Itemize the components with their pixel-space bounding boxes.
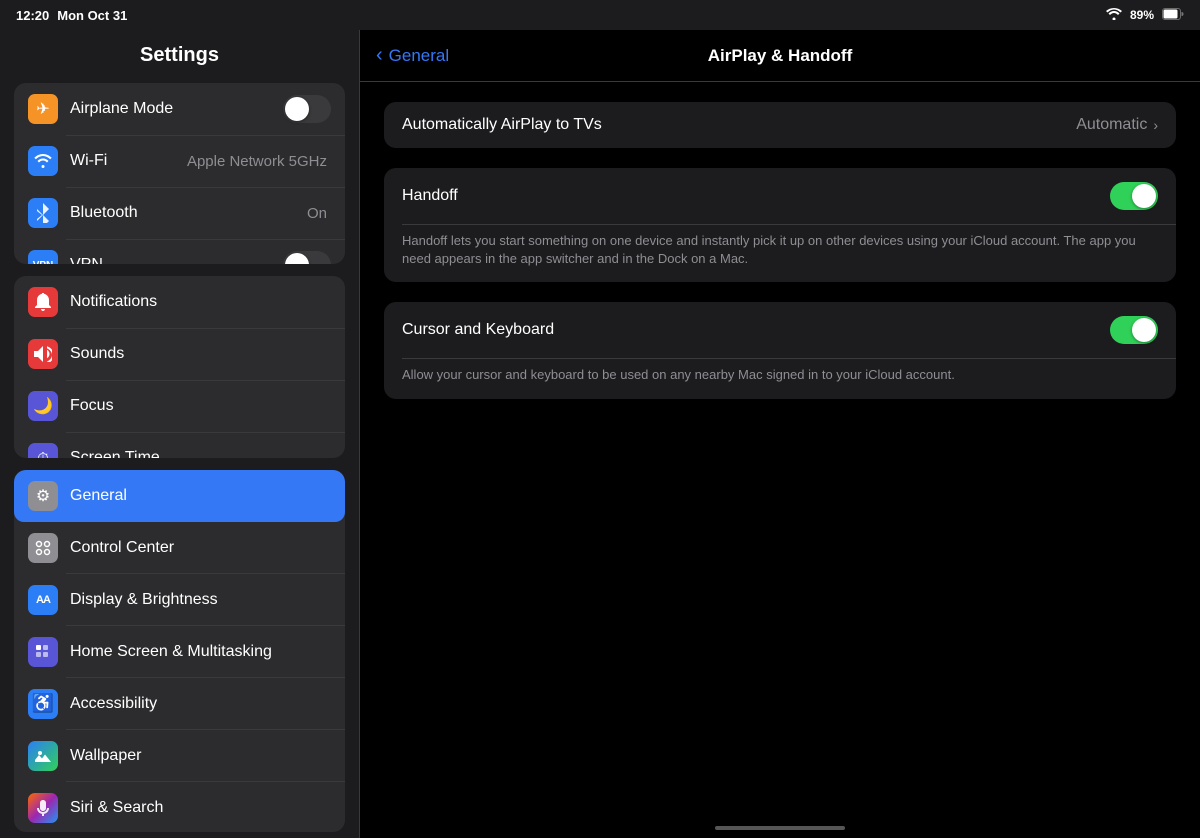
sidebar-group-alerts: Notifications Sounds 🌙 Focus ⏱ Screen Ti… (14, 276, 345, 457)
content-title: AirPlay & Handoff (708, 46, 853, 66)
sidebar-item-siri-search[interactable]: Siri & Search (14, 782, 345, 833)
content-area: ‹ General AirPlay & Handoff Automaticall… (360, 30, 1200, 838)
wifi-value: Apple Network 5GHz (187, 153, 327, 170)
back-label: General (389, 46, 449, 66)
bluetooth-label: Bluetooth (70, 204, 307, 222)
sidebar-group-system: ⚙ General Control Center AA Displa (14, 470, 345, 833)
cursor-keyboard-toggle[interactable] (1110, 316, 1158, 344)
wifi-label: Wi-Fi (70, 152, 187, 170)
sidebar-item-bluetooth[interactable]: Bluetooth On (14, 187, 345, 239)
airplane-mode-label: Airplane Mode (70, 100, 283, 118)
cursor-keyboard-description: Allow your cursor and keyboard to be use… (384, 358, 1176, 398)
sounds-icon (28, 339, 58, 369)
auto-airplay-chevron-icon: › (1153, 117, 1158, 133)
vpn-label: VPN (70, 256, 283, 264)
content-header: ‹ General AirPlay & Handoff (360, 30, 1200, 82)
settings-row-handoff: Handoff (384, 168, 1176, 224)
control-center-icon (28, 533, 58, 563)
main-layout: Settings ✈ Airplane Mode Wi-Fi Apple Net (0, 30, 1200, 838)
scroll-bar (715, 826, 845, 830)
settings-group-cursor-keyboard: Cursor and Keyboard Allow your cursor an… (384, 302, 1176, 398)
focus-label: Focus (70, 397, 331, 415)
general-label: General (70, 487, 331, 505)
display-brightness-label: Display & Brightness (70, 591, 331, 609)
sidebar-item-wifi[interactable]: Wi-Fi Apple Network 5GHz (14, 135, 345, 187)
content-body: Automatically AirPlay to TVs Automatic ›… (360, 82, 1200, 818)
back-chevron-icon: ‹ (376, 44, 383, 67)
sidebar-item-general[interactable]: ⚙ General (14, 470, 345, 522)
screen-time-label: Screen Time (70, 449, 331, 457)
wallpaper-label: Wallpaper (70, 747, 331, 765)
sidebar-item-notifications[interactable]: Notifications (14, 276, 345, 328)
settings-card-handoff: Handoff Handoff lets you start something… (384, 168, 1176, 282)
siri-search-icon (28, 793, 58, 823)
display-brightness-icon: AA (28, 585, 58, 615)
handoff-description: Handoff lets you start something on one … (384, 224, 1176, 282)
airplane-mode-toggle[interactable] (283, 95, 331, 123)
settings-card-cursor-keyboard: Cursor and Keyboard Allow your cursor an… (384, 302, 1176, 398)
settings-card-airplay: Automatically AirPlay to TVs Automatic › (384, 102, 1176, 148)
status-bar-left: 12:20 Mon Oct 31 (16, 8, 127, 23)
sidebar-group-connectivity: ✈ Airplane Mode Wi-Fi Apple Network 5GHz (14, 83, 345, 264)
cursor-keyboard-label: Cursor and Keyboard (402, 321, 1110, 339)
scroll-indicator (360, 818, 1200, 838)
control-center-label: Control Center (70, 539, 331, 557)
home-screen-label: Home Screen & Multitasking (70, 643, 331, 661)
wallpaper-icon (28, 741, 58, 771)
notifications-label: Notifications (70, 293, 331, 311)
sidebar-item-airplane-mode[interactable]: ✈ Airplane Mode (14, 83, 345, 135)
sidebar-title: Settings (0, 30, 359, 77)
bluetooth-icon (28, 198, 58, 228)
notifications-icon (28, 287, 58, 317)
status-bar: 12:20 Mon Oct 31 89% (0, 0, 1200, 30)
sidebar-item-control-center[interactable]: Control Center (14, 522, 345, 574)
sidebar-item-wallpaper[interactable]: Wallpaper (14, 730, 345, 782)
back-button[interactable]: ‹ General (376, 44, 449, 67)
focus-icon: 🌙 (28, 391, 58, 421)
battery-percentage: 89% (1130, 8, 1154, 22)
status-time: 12:20 (16, 8, 49, 23)
status-date: Mon Oct 31 (57, 8, 127, 23)
sidebar-item-vpn[interactable]: VPN VPN (14, 239, 345, 264)
bluetooth-value: On (307, 205, 327, 222)
sidebar-item-sounds[interactable]: Sounds (14, 328, 345, 380)
sidebar: Settings ✈ Airplane Mode Wi-Fi Apple Net (0, 30, 360, 838)
accessibility-label: Accessibility (70, 695, 331, 713)
screen-time-icon: ⏱ (28, 443, 58, 457)
sidebar-item-home-screen[interactable]: Home Screen & Multitasking (14, 626, 345, 678)
settings-group-airplay: Automatically AirPlay to TVs Automatic › (384, 102, 1176, 148)
siri-search-label: Siri & Search (70, 799, 331, 817)
settings-group-handoff: Handoff Handoff lets you start something… (384, 168, 1176, 282)
auto-airplay-label: Automatically AirPlay to TVs (402, 116, 1076, 134)
wifi-settings-icon (28, 146, 58, 176)
sidebar-item-display-brightness[interactable]: AA Display & Brightness (14, 574, 345, 626)
airplane-mode-icon: ✈ (28, 94, 58, 124)
wifi-icon (1106, 8, 1122, 23)
vpn-icon: VPN (28, 250, 58, 264)
auto-airplay-value: Automatic (1076, 116, 1147, 134)
sidebar-item-accessibility[interactable]: ♿ Accessibility (14, 678, 345, 730)
accessibility-icon: ♿ (28, 689, 58, 719)
sounds-label: Sounds (70, 345, 331, 363)
sidebar-item-focus[interactable]: 🌙 Focus (14, 380, 345, 432)
handoff-label: Handoff (402, 187, 1110, 205)
handoff-toggle[interactable] (1110, 182, 1158, 210)
home-screen-icon (28, 637, 58, 667)
settings-row-cursor-keyboard: Cursor and Keyboard (384, 302, 1176, 358)
status-bar-right: 89% (1106, 8, 1184, 23)
general-icon: ⚙ (28, 481, 58, 511)
settings-row-auto-airplay[interactable]: Automatically AirPlay to TVs Automatic › (384, 102, 1176, 148)
sidebar-item-screen-time[interactable]: ⏱ Screen Time (14, 432, 345, 457)
battery-icon (1162, 8, 1184, 23)
vpn-toggle[interactable] (283, 251, 331, 264)
